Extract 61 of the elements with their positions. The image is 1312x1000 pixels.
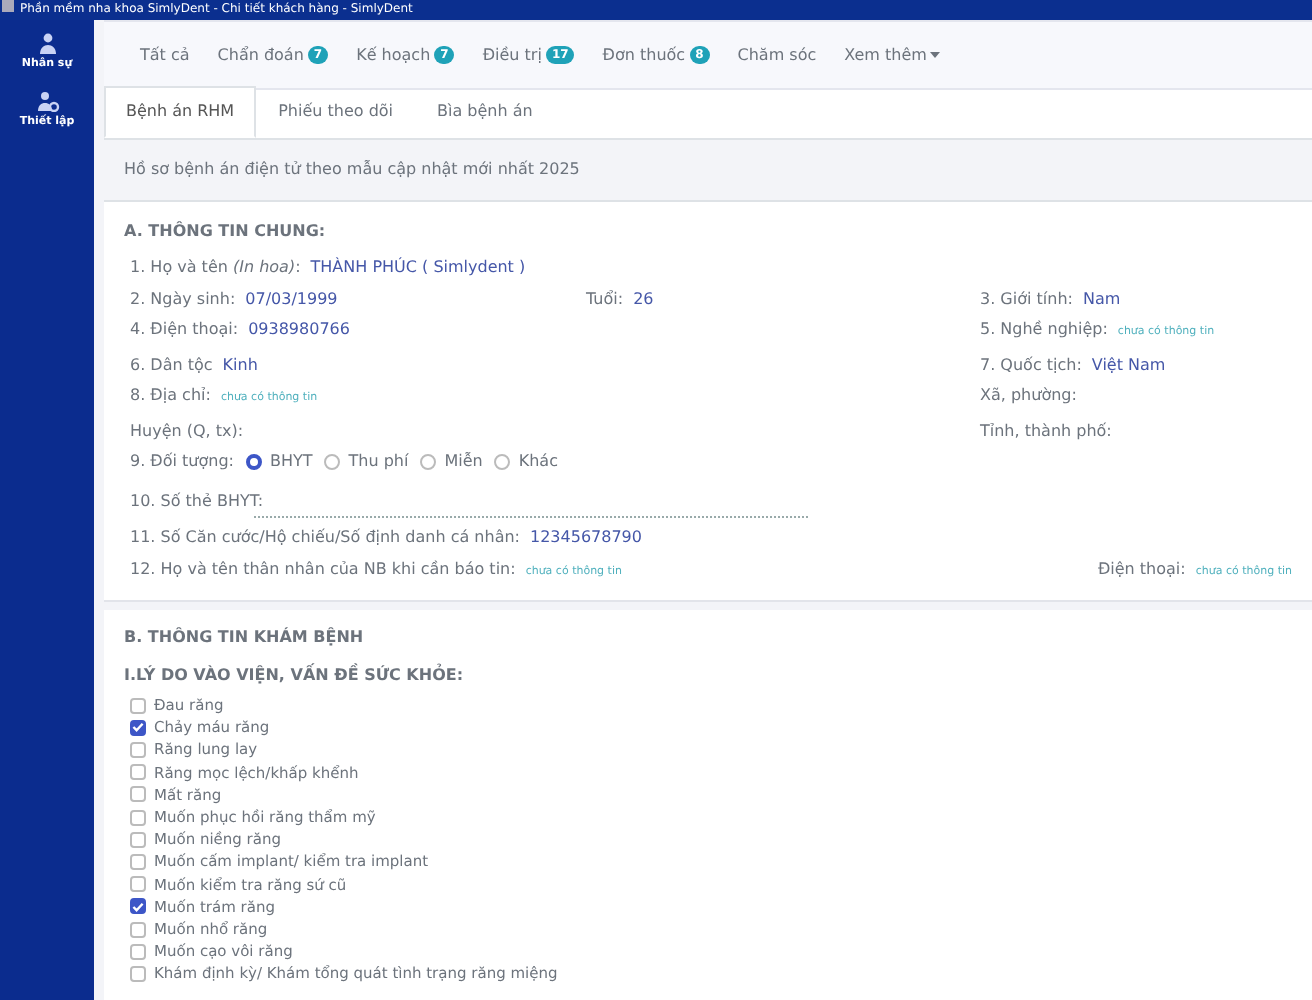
- field-label: 4. Điện thoại:: [130, 320, 239, 338]
- tab[interactable]: Phiếu theo dõi: [256, 86, 416, 138]
- radio-label: Thu phí: [348, 450, 409, 474]
- field-label: 7. Quốc tịch:: [980, 355, 1082, 373]
- checkbox[interactable]: [130, 921, 146, 938]
- checkbox[interactable]: [130, 876, 146, 893]
- fill-in-line[interactable]: [254, 516, 808, 518]
- field-label: Tuổi:: [586, 289, 624, 307]
- checkbox[interactable]: [130, 786, 146, 803]
- form-title: Hồ sơ bệnh án điện tử theo mẫu cập nhật mới nhất 2025: [124, 158, 580, 182]
- radio-label: Miễn: [444, 450, 483, 474]
- field-value: Kinh: [222, 355, 258, 373]
- field-label: 11. Số Căn cước/Hộ chiếu/Số định danh cá nhân:: [130, 528, 520, 546]
- field-value: 0938980766: [248, 320, 350, 338]
- section-title: A. THÔNG TIN CHUNG:: [124, 220, 328, 244]
- radio-button[interactable]: [420, 453, 437, 470]
- field-label: 8. Địa chỉ:: [130, 386, 211, 404]
- radio-button[interactable]: [324, 453, 341, 470]
- field-value: 07/03/1999: [245, 289, 338, 307]
- caret-icon: [930, 52, 941, 58]
- field-value: THÀNH PHÚC ( Simlydent ): [310, 258, 526, 276]
- section-subtitle: I.LÝ DO VÀO VIỆN, VẤN ĐỀ SỨC KHỎE:: [124, 664, 466, 688]
- nav-tab[interactable]: Xem thêm: [844, 43, 941, 67]
- radio-label: Khác: [518, 450, 558, 474]
- tab[interactable]: Bệnh án RHM: [104, 86, 257, 138]
- field-label: 5. Nghề nghiệp:: [980, 320, 1108, 338]
- checkbox[interactable]: [130, 854, 146, 871]
- field-value: 26: [633, 289, 654, 307]
- field-label: 3. Giới tính:: [980, 289, 1073, 307]
- field-label: Tỉnh, thành phố:: [980, 421, 1112, 439]
- radio-button[interactable]: [245, 453, 262, 470]
- checkbox[interactable]: [130, 697, 146, 714]
- checkbox[interactable]: [130, 764, 146, 781]
- field-label: 2. Ngày sinh:: [130, 289, 236, 307]
- nav-tab[interactable]: Tất cả: [140, 43, 190, 67]
- section-title: B. THÔNG TIN KHÁM BỆNH: [124, 626, 366, 650]
- field-value: 12345678790: [530, 528, 642, 546]
- tab[interactable]: Bìa bệnh án: [415, 86, 555, 138]
- field-label: 10. Số thẻ BHYT:: [130, 489, 264, 513]
- field-label: 6. Dân tộc: [130, 355, 213, 373]
- field-value: Việt Nam: [1091, 355, 1166, 373]
- field-label: 1. Họ và tên (In hoa):: [130, 258, 301, 276]
- field-label: Xã, phường:: [980, 386, 1077, 404]
- field-label: 12. Họ và tên thân nhân của NB khi cần báo tin:: [130, 559, 516, 577]
- field-label: 9. Đối tượng:: [130, 450, 234, 474]
- field-value: Nam: [1082, 289, 1121, 307]
- field-label: Điện thoại:: [1097, 559, 1186, 577]
- checkbox[interactable]: [130, 898, 146, 915]
- checkbox[interactable]: [130, 966, 146, 983]
- checkbox[interactable]: [130, 809, 146, 826]
- radio-label: BHYT: [269, 450, 313, 474]
- checkbox[interactable]: [130, 943, 146, 960]
- radio-button[interactable]: [494, 453, 511, 470]
- nav-tab[interactable]: Chăm sóc: [737, 43, 817, 67]
- checkbox[interactable]: [130, 742, 146, 758]
- checkbox[interactable]: [130, 719, 146, 736]
- checkbox[interactable]: [130, 831, 146, 848]
- field-label: Huyện (Q, tx):: [130, 421, 244, 439]
- person-icon: [35, 32, 59, 54]
- app-icon: [2, 0, 14, 12]
- people-icon: [35, 90, 59, 113]
